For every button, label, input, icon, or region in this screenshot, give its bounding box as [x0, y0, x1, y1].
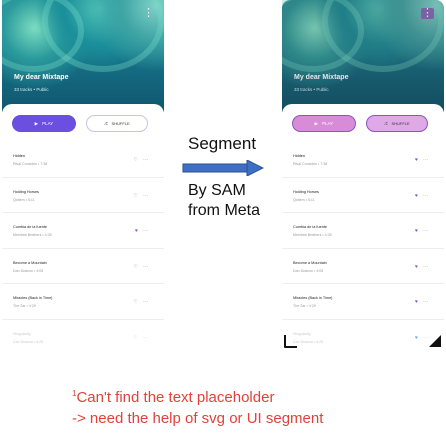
play-button[interactable]: ▶ PLAY — [292, 115, 356, 132]
track-meta: The Zar • 4:29 — [13, 304, 36, 308]
track-row[interactable]: Singularity Dan Deacon • 6:29 ♥ ⋯ — [282, 320, 444, 351]
track-row[interactable]: Become a Mountain Dan Deacon • 4:05 ♥ ⋯ — [282, 249, 444, 284]
more-horiz-icon[interactable]: ⋯ — [143, 228, 148, 234]
track-row[interactable]: Cumbia de la fuente Meridian Brothers • … — [2, 213, 164, 249]
more-horiz-icon[interactable]: ⋯ — [423, 157, 428, 163]
track-meta: Dan Deacon • 4:05 — [293, 268, 324, 273]
track-title: Hidden — [13, 154, 26, 158]
track-row[interactable]: Cumbia de la fuente Meridian Brothers • … — [282, 213, 444, 249]
track-meta: Dan Deacon • 6:29 — [13, 339, 44, 344]
track-row[interactable]: Become a Mountain Dan Deacon • 4:05 ♡ ⋯ — [2, 249, 164, 284]
more-horiz-icon[interactable]: ⋯ — [423, 228, 428, 234]
track-sheet: ▶ PLAY ⤮ SHUFFLE Hidden Rival Consoles •… — [282, 104, 444, 350]
original-screen: ⋮ My dear Mixtape 33 tracks • Public ▶ P… — [2, 0, 164, 350]
segmented-screen: ⋮ My dear Mixtape 33 tracks • Public ▶ P… — [282, 0, 444, 350]
track-row[interactable]: Hidden Rival Consoles • 7:38 ♡ ⋯ — [2, 142, 164, 178]
play-icon: ▶ — [314, 120, 319, 126]
mixtape-cover-art: ⋮ My dear Mixtape 33 tracks • Public — [282, 0, 444, 112]
mixtape-subtitle: 33 tracks • Public — [294, 87, 329, 92]
mixtape-title: My dear Mixtape — [14, 74, 69, 81]
heart-icon[interactable]: ♡ — [134, 264, 138, 270]
track-title: Miracles (Back in Time) — [13, 296, 53, 300]
track-row[interactable]: Holding Horses Qotiem • 5:11 ♡ ⋯ — [2, 178, 164, 213]
more-vert-icon[interactable]: ⋮ — [143, 8, 154, 19]
heart-icon[interactable]: ♥ — [415, 299, 418, 305]
track-title: Become a Mountain — [293, 260, 327, 265]
track-title: Cumbia de la fuente — [13, 225, 47, 229]
more-horiz-icon[interactable]: ⋯ — [143, 264, 148, 270]
track-meta: Rival Consoles • 7:38 — [293, 162, 328, 166]
track-meta: Qotiem • 5:11 — [293, 197, 315, 202]
more-horiz-icon[interactable]: ⋯ — [423, 299, 428, 305]
track-row[interactable]: Singularity Dan Deacon • 6:29 ♡ ⋯ — [2, 320, 164, 351]
track-title: Holding Horses — [13, 189, 39, 194]
track-list: Hidden Rival Consoles • 7:38 ♥ ⋯ Holding… — [282, 142, 444, 350]
heart-icon[interactable]: ♥ — [415, 228, 418, 234]
heart-icon[interactable]: ♡ — [134, 157, 138, 163]
note-line-1-text: Can't find the text placeholder — [76, 389, 275, 406]
more-horiz-icon[interactable]: ⋯ — [143, 299, 148, 305]
mixtape-subtitle: 33 tracks • Public — [14, 87, 49, 92]
track-row[interactable]: Holding Horses Qotiem • 5:11 ♥ ⋯ — [282, 178, 444, 213]
more-horiz-icon[interactable]: ⋯ — [423, 193, 428, 199]
heart-icon[interactable]: ♡ — [134, 193, 138, 199]
corner-triangle-icon — [429, 335, 441, 347]
by-sam-line: By SAM — [188, 182, 246, 199]
track-meta: Rival Consoles • 7:38 — [13, 162, 48, 166]
more-horiz-icon[interactable]: ⋯ — [143, 335, 148, 341]
track-meta: Qotiem • 5:11 — [13, 197, 35, 202]
track-title: Hidden — [293, 154, 306, 158]
shuffle-icon: ⤮ — [384, 121, 388, 126]
track-title: Miracles (Back in Time) — [293, 296, 333, 300]
track-list: Hidden Rival Consoles • 7:38 ♡ ⋯ Holding… — [2, 142, 164, 350]
play-label: PLAY — [42, 121, 54, 126]
track-row[interactable]: Hidden Rival Consoles • 7:38 ♥ ⋯ — [282, 142, 444, 178]
mixtape-cover-art: ⋮ My dear Mixtape 33 tracks • Public — [2, 0, 164, 112]
track-title: Holding Horses — [293, 189, 319, 194]
track-meta: Meridian Brothers • 4:35 — [293, 233, 332, 237]
track-row[interactable]: Miracles (Back in Time) The Zar • 4:29 ♥… — [282, 284, 444, 320]
more-horiz-icon[interactable]: ⋯ — [143, 193, 148, 199]
from-meta-line: from Meta — [188, 202, 261, 219]
shuffle-label: SHUFFLE — [111, 121, 130, 126]
note-line-2: -> need the help of svg or UI segment — [72, 410, 324, 427]
heart-icon[interactable]: ♥ — [415, 264, 418, 270]
track-row[interactable]: Miracles (Back in Time) The Zar • 4:29 ♡… — [2, 284, 164, 320]
track-meta: Meridian Brothers • 4:35 — [13, 233, 52, 237]
shuffle-button[interactable]: ⤮ SHUFFLE — [366, 115, 428, 132]
corner-bracket-icon — [284, 335, 297, 348]
more-vert-icon[interactable]: ⋮ — [421, 8, 434, 19]
track-meta: Dan Deacon • 4:05 — [13, 268, 44, 273]
more-horiz-icon[interactable]: ⋯ — [143, 157, 148, 163]
track-sheet: ▶ PLAY ⤮ SHUFFLE Hidden Rival Consoles •… — [2, 104, 164, 350]
segmentation-source: By SAM from Meta — [188, 181, 260, 221]
shuffle-label: SHUFFLE — [391, 121, 410, 126]
track-title: Singularity — [13, 331, 31, 336]
play-label: PLAY — [322, 121, 334, 126]
play-icon: ▶ — [34, 120, 39, 126]
play-button[interactable]: ▶ PLAY — [12, 115, 76, 132]
heart-icon[interactable]: ♡ — [134, 335, 138, 341]
segment-label: Segment — [188, 134, 257, 153]
note-line-1: 1Can't find the text placeholder — [72, 383, 323, 408]
mixtape-title: My dear Mixtape — [294, 74, 349, 81]
track-title: Cumbia de la fuente — [293, 225, 327, 229]
shuffle-icon: ⤮ — [104, 121, 108, 126]
track-title: Become a Mountain — [13, 260, 47, 265]
heart-icon[interactable]: ♥ — [415, 157, 418, 163]
heart-filled-icon[interactable]: ♥ — [135, 228, 138, 234]
shuffle-button[interactable]: ⤮ SHUFFLE — [86, 115, 148, 132]
heart-icon[interactable]: ♥ — [415, 335, 418, 341]
track-meta: The Zar • 4:29 — [293, 304, 316, 308]
note-text: 1Can't find the text placeholder -> need… — [72, 383, 323, 429]
heart-icon[interactable]: ♥ — [415, 193, 418, 199]
heart-icon[interactable]: ♡ — [134, 299, 138, 305]
right-arrow-icon — [182, 160, 264, 176]
more-horiz-icon[interactable]: ⋯ — [423, 264, 428, 270]
